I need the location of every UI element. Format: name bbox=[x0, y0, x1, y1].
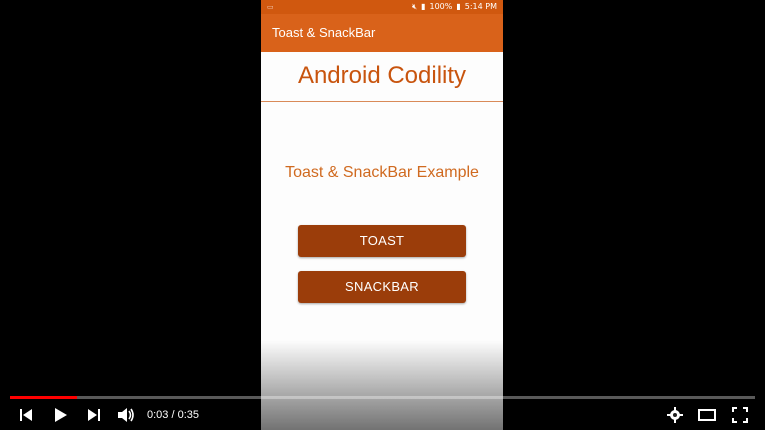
page-title: Android Codility bbox=[297, 62, 467, 89]
skip-next-icon[interactable] bbox=[82, 400, 106, 430]
battery-icon: ▮ bbox=[456, 2, 461, 11]
volume-icon[interactable] bbox=[114, 400, 138, 430]
phone-status-bar: ▭ 🔇︎ ▮ 100% ▮ 5:14 PM bbox=[261, 0, 503, 14]
subtitle: Toast & SnackBar Example bbox=[285, 164, 479, 181]
snackbar-button[interactable]: SNACKBAR bbox=[298, 271, 466, 303]
current-time: 0:03 bbox=[147, 409, 169, 421]
duration: 0:35 bbox=[177, 409, 200, 421]
time-separator: / bbox=[168, 409, 178, 421]
status-time: 5:14 PM bbox=[464, 2, 497, 11]
notification-icon: ▭ bbox=[267, 3, 274, 11]
progress-bar[interactable] bbox=[10, 396, 755, 399]
play-icon[interactable] bbox=[48, 400, 72, 430]
gear-icon[interactable] bbox=[664, 400, 686, 430]
skip-previous-icon[interactable] bbox=[14, 400, 38, 430]
toast-button[interactable]: TOAST bbox=[298, 225, 466, 257]
app-title: Toast & SnackBar bbox=[272, 25, 376, 40]
progress-fill bbox=[10, 396, 78, 399]
signal-icon: ▮ bbox=[421, 2, 426, 11]
divider bbox=[261, 101, 503, 102]
fullscreen-icon[interactable] bbox=[729, 400, 751, 430]
status-icons: 🔇︎ ▮ 100% ▮ 5:14 PM bbox=[412, 0, 497, 14]
theater-mode-icon[interactable] bbox=[696, 400, 718, 430]
app-title-bar: Toast & SnackBar bbox=[261, 14, 503, 52]
time-display: 0:03 / 0:35 bbox=[147, 400, 199, 430]
player-controls: 0:03 / 0:35 bbox=[0, 400, 765, 430]
mute-icon: 🔇︎ bbox=[412, 2, 418, 11]
battery-text: 100% bbox=[429, 2, 453, 11]
